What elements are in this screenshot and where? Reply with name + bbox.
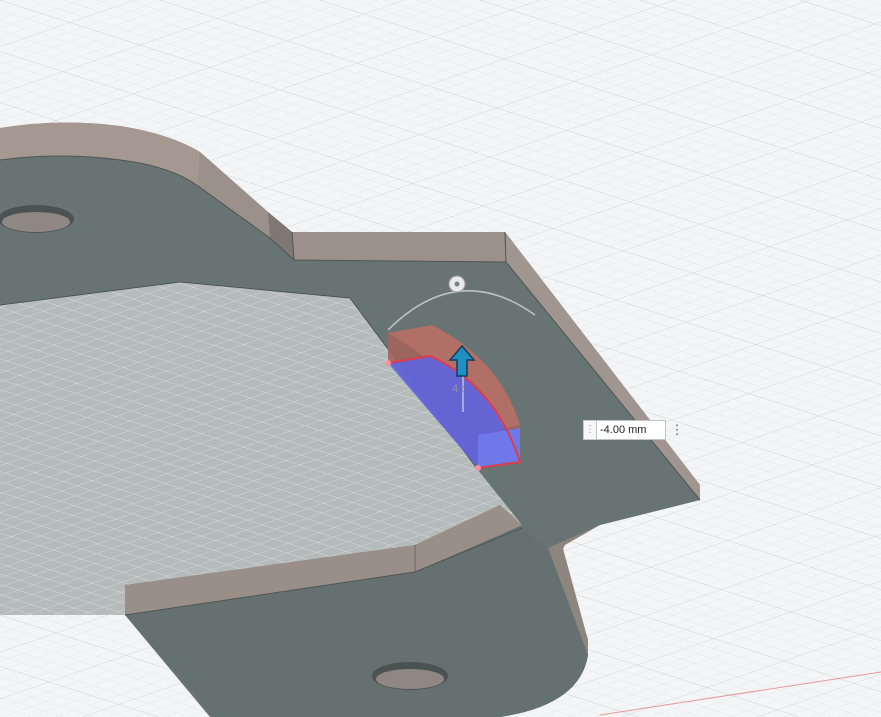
hole-left — [0, 205, 74, 233]
3d-viewport[interactable]: 4 t — [0, 0, 881, 717]
part-side-wall-rear — [292, 232, 506, 262]
distance-input[interactable] — [596, 420, 666, 440]
circle-dot-icon — [454, 281, 460, 287]
more-vertical-icon[interactable]: ⋮ — [671, 421, 684, 439]
profile-vertex — [475, 465, 481, 471]
hole-bottom — [372, 662, 448, 690]
grip-icon[interactable]: ⋮ — [583, 420, 596, 440]
profile-vertex — [385, 360, 391, 366]
dimension-input-box: ⋮ ⋮ — [583, 420, 684, 440]
rotation-handle[interactable] — [448, 275, 466, 293]
preview-distance-label: 4 t — [452, 383, 464, 395]
